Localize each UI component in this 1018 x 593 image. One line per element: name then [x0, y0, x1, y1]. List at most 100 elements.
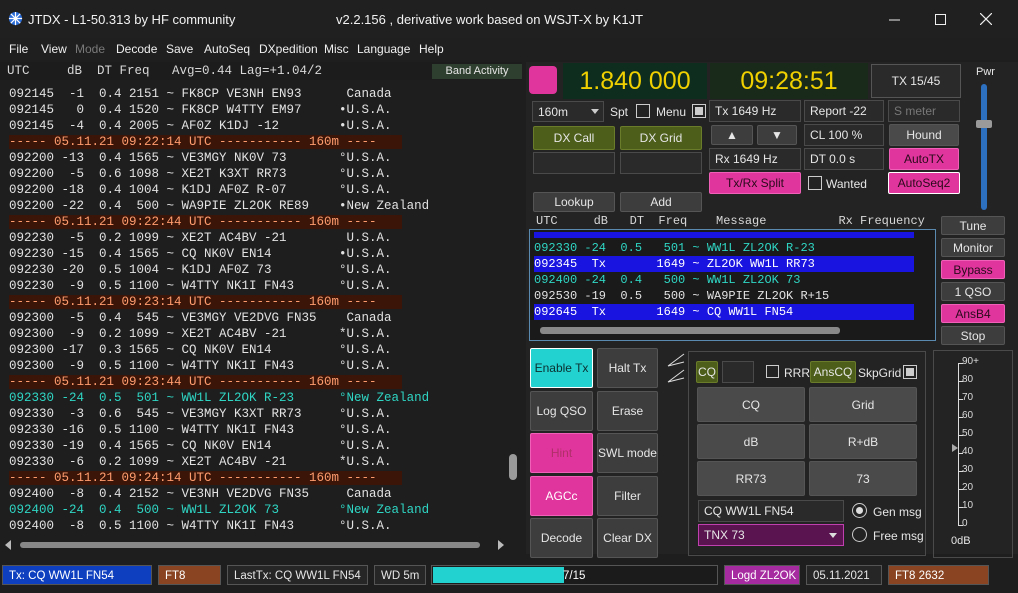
menu-dxpedition[interactable]: DXpedition: [259, 42, 318, 56]
menu-file[interactable]: File: [9, 42, 28, 56]
rx-row[interactable]: 092345 Tx 1649 ~ ZL2OK WW1L RR73: [534, 256, 914, 272]
bypass-button[interactable]: Bypass: [941, 260, 1005, 279]
macro-rr73-button[interactable]: RR73: [697, 461, 805, 496]
decode-row[interactable]: 092200 -13 0.4 1565 ~ VE3MGY NK0V 73 °U.…: [9, 150, 392, 166]
smeter-field[interactable]: S meter: [888, 100, 960, 122]
rx-row[interactable]: 092400 -24 0.4 500 ~ WW1L ZL2OK 73: [534, 272, 914, 288]
decode-row[interactable]: 092300 -9 0.2 1099 ~ XE2T AC4BV -21 *U.S…: [9, 326, 392, 342]
hint-button[interactable]: Hint: [530, 433, 593, 473]
tx-period[interactable]: TX 15/45: [871, 64, 961, 98]
separator-row[interactable]: ----- 05.11.21 09:23:14 UTC ----------- …: [9, 295, 402, 309]
cl-spinbox[interactable]: CL 100 %: [804, 124, 884, 146]
rx-hscroll-thumb[interactable]: [540, 327, 840, 334]
separator-row[interactable]: ----- 05.11.21 09:24:14 UTC ----------- …: [9, 471, 402, 485]
menu-autoseq[interactable]: AutoSeq: [204, 42, 250, 56]
decode-row[interactable]: 092230 -20 0.5 1004 ~ K1DJ AF0Z 73 °U.S.…: [9, 262, 392, 278]
one-qso-button[interactable]: 1 QSO: [941, 282, 1005, 301]
decode-row[interactable]: 092300 -9 0.5 1100 ~ W4TTY NK1I FN43 °U.…: [9, 358, 392, 374]
anscq-button[interactable]: AnsCQ: [810, 361, 856, 383]
decode-row[interactable]: 092200 -22 0.4 500 ~ WA9PIE ZL2OK RE89 •…: [9, 198, 429, 214]
erase-button[interactable]: Erase: [597, 391, 658, 431]
menu-save[interactable]: Save: [166, 42, 193, 56]
monitor-button[interactable]: Monitor: [941, 238, 1005, 257]
spt-checkbox[interactable]: [636, 104, 650, 118]
separator-row[interactable]: ----- 05.11.21 09:23:44 UTC ----------- …: [9, 375, 402, 389]
decode-row[interactable]: 092230 -5 0.2 1099 ~ XE2T AC4BV -21 U.S.…: [9, 230, 392, 246]
macro-db-button[interactable]: dB: [697, 424, 805, 459]
menu-checkbox[interactable]: [692, 104, 706, 118]
rx-row[interactable]: 092645 Tx 1649 ~ CQ WW1L FN54: [534, 304, 914, 320]
tx-up-button[interactable]: ▲: [711, 125, 753, 145]
wanted-checkbox[interactable]: [808, 176, 822, 190]
tx-down-button[interactable]: ▼: [757, 125, 797, 145]
decode-row[interactable]: 092330 -6 0.2 1099 ~ XE2T AC4BV -21 *U.S…: [9, 454, 392, 470]
dx-grid-button[interactable]: DX Grid: [620, 126, 702, 150]
dx-call-button[interactable]: DX Call: [533, 126, 615, 150]
rx-freq-spinbox[interactable]: Rx 1649 Hz: [709, 148, 801, 170]
decode-row[interactable]: 092230 -9 0.5 1100 ~ W4TTY NK1I FN43 °U.…: [9, 278, 392, 294]
menu-decode[interactable]: Decode: [116, 42, 157, 56]
clear-dx-button[interactable]: Clear DX: [597, 518, 658, 558]
decode-row[interactable]: 092145 0 0.4 1520 ~ FK8CP W4TTY EM97 •U.…: [9, 102, 392, 118]
free-msg-radio[interactable]: [852, 527, 867, 542]
pwr-slider-track[interactable]: [981, 84, 987, 210]
free-msg-select[interactable]: TNX 73: [698, 524, 844, 546]
macro-cq-button[interactable]: CQ: [697, 387, 805, 422]
menu-view[interactable]: View: [41, 42, 67, 56]
decode-row[interactable]: 092400 -8 0.4 2152 ~ VE3NH VE2DVG FN35 C…: [9, 486, 392, 502]
decode-row[interactable]: 092330 -19 0.4 1565 ~ CQ NK0V EN14 °U.S.…: [9, 438, 392, 454]
decode-row[interactable]: 092230 -15 0.4 1565 ~ CQ NK0V EN14 •U.S.…: [9, 246, 392, 262]
decode-row[interactable]: 092400 -24 0.4 500 ~ WW1L ZL2OK 73 °New …: [9, 502, 429, 518]
tx-freq-spinbox[interactable]: Tx 1649 Hz: [709, 100, 801, 122]
decode-row[interactable]: 092400 -8 0.5 1100 ~ W4TTY NK1I FN43 °U.…: [9, 518, 392, 534]
decode-row[interactable]: 092145 -1 0.4 2151 ~ FK8CP VE3NH EN93 Ca…: [9, 86, 392, 102]
halt-tx-button[interactable]: Halt Tx: [597, 348, 658, 388]
menu-language[interactable]: Language: [357, 42, 410, 56]
decode-row[interactable]: 092145 -4 0.4 2005 ~ AF0Z K1DJ -12 •U.S.…: [9, 118, 392, 134]
stop-button[interactable]: Stop: [941, 326, 1005, 345]
dx-call-input[interactable]: [533, 152, 615, 174]
dx-grid-input[interactable]: [620, 152, 702, 174]
gen-msg-field[interactable]: CQ WW1L FN54: [698, 500, 844, 522]
menu-misc[interactable]: Misc: [324, 42, 349, 56]
log-qso-button[interactable]: Log QSO: [530, 391, 593, 431]
skpgrid-checkbox[interactable]: [903, 365, 917, 379]
decode-row[interactable]: 092330 -3 0.6 545 ~ VE3MGY K3XT RR73 °U.…: [9, 406, 392, 422]
decode-row[interactable]: 092330 -24 0.5 501 ~ WW1L ZL2OK R-23 °Ne…: [9, 390, 429, 406]
band-activity-vscrollbar[interactable]: [507, 82, 519, 536]
macro-grid-button[interactable]: Grid: [809, 387, 917, 422]
lookup-button[interactable]: Lookup: [533, 192, 615, 212]
decode-row[interactable]: 092300 -17 0.3 1565 ~ CQ NK0V EN14 °U.S.…: [9, 342, 392, 358]
decode-row[interactable]: 092330 -16 0.5 1100 ~ W4TTY NK1I FN43 °U…: [9, 422, 392, 438]
band-activity-list[interactable]: 092145 -1 0.4 2151 ~ FK8CP VE3NH EN93 Ca…: [0, 82, 505, 536]
gen-msg-radio[interactable]: [852, 503, 867, 518]
autoseq2-button[interactable]: AutoSeq2: [888, 172, 960, 194]
autotx-button[interactable]: AutoTX: [889, 148, 959, 170]
ansb4-button[interactable]: AnsB4: [941, 304, 1005, 323]
cq-toggle[interactable]: CQ: [696, 361, 718, 383]
band-select[interactable]: 160m: [532, 101, 604, 122]
add-button[interactable]: Add: [620, 192, 702, 212]
maximize-button[interactable]: [917, 0, 963, 38]
minimize-button[interactable]: [871, 0, 917, 38]
rx-row[interactable]: 092330 -24 0.5 501 ~ WW1L ZL2OK R-23: [534, 240, 914, 256]
macro-73-button[interactable]: 73: [809, 461, 917, 496]
enable-tx-button[interactable]: Enable Tx: [530, 348, 593, 388]
separator-row[interactable]: ----- 05.11.21 09:22:44 UTC ----------- …: [9, 215, 402, 229]
pwr-slider-handle[interactable]: [976, 120, 992, 128]
rx-row[interactable]: 092530 -19 0.5 500 ~ WA9PIE ZL2OK R+15: [534, 288, 914, 304]
txrx-split-button[interactable]: Tx/Rx Split: [709, 172, 801, 194]
close-button[interactable]: [963, 0, 1009, 38]
decode-row[interactable]: 092200 -18 0.4 1004 ~ K1DJ AF0Z R-07 °U.…: [9, 182, 392, 198]
separator-row[interactable]: ----- 05.11.21 09:22:14 UTC ----------- …: [9, 135, 402, 149]
decode-button[interactable]: Decode: [530, 518, 593, 558]
rrr-checkbox[interactable]: [766, 365, 779, 378]
report-spinbox[interactable]: Report -22: [804, 100, 884, 122]
filter-button[interactable]: Filter: [597, 476, 658, 516]
menu-help[interactable]: Help: [419, 42, 444, 56]
double-triangle-icon[interactable]: [666, 352, 686, 384]
band-activity-hscrollbar[interactable]: [4, 539, 505, 551]
decode-row[interactable]: 092200 -5 0.6 1098 ~ XE2T K3XT RR73 °U.S…: [9, 166, 392, 182]
vscroll-thumb[interactable]: [509, 454, 517, 480]
agcc-button[interactable]: AGCc: [530, 476, 593, 516]
